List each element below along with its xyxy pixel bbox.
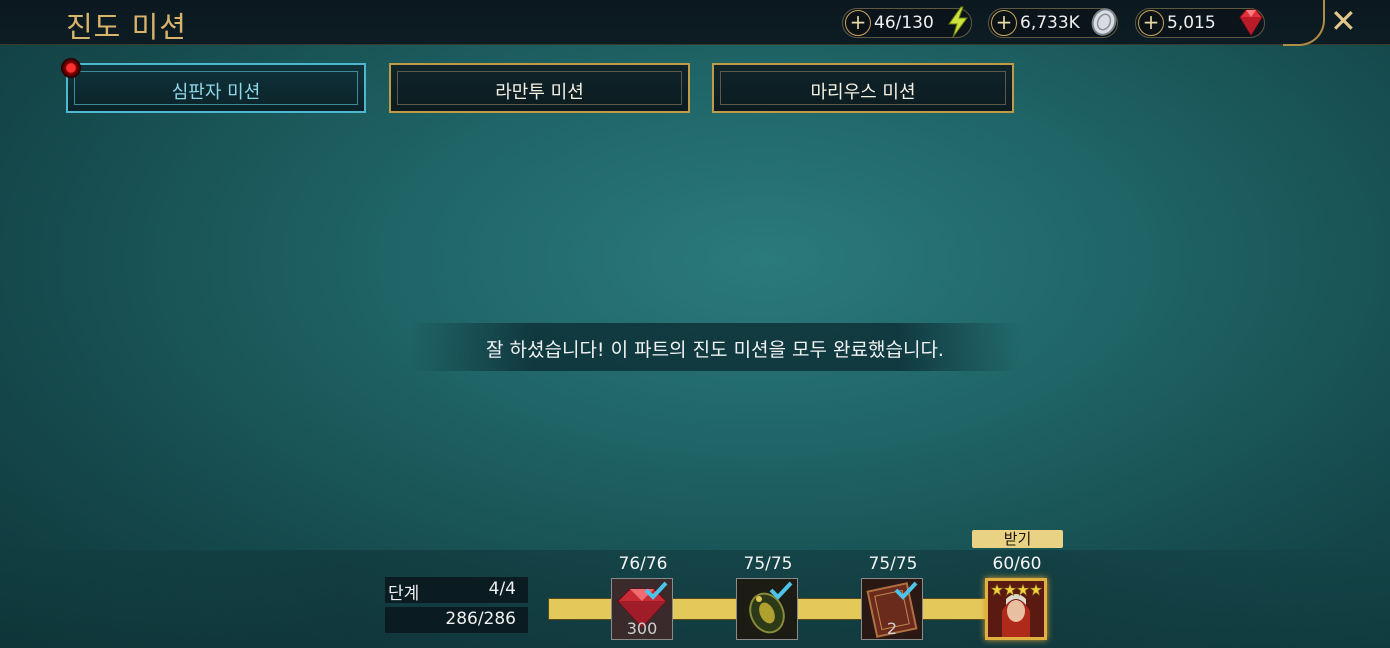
tab-marius-missions[interactable]: 마리우스 미션	[712, 63, 1014, 113]
silver-coin-icon	[1091, 8, 1117, 36]
stage-label: 단계	[388, 584, 420, 604]
claim-button[interactable]: 받기	[972, 530, 1063, 548]
energy-value: 46/130	[874, 13, 934, 33]
milestone-reward-book[interactable]: 2	[861, 578, 923, 640]
milestone-reward-champion[interactable]	[985, 578, 1047, 640]
silver-resource[interactable]: + 6,733K	[988, 8, 1118, 38]
completion-banner: 잘 하셨습니다! 이 파트의 진도 미션을 모두 완료했습니다.	[410, 323, 1020, 371]
reward-quantity: 300	[626, 619, 658, 638]
points-stat: 286/286	[385, 607, 528, 633]
reward-quantity: 2	[886, 619, 898, 638]
silver-value: 6,733K	[1020, 13, 1080, 33]
notification-dot-icon	[61, 58, 81, 78]
four-star-rating-icon	[991, 583, 1043, 597]
add-silver-icon[interactable]: +	[991, 10, 1017, 36]
check-icon	[644, 581, 668, 600]
milestone-count: 75/75	[868, 554, 918, 574]
add-energy-icon[interactable]: +	[845, 10, 871, 36]
milestone-reward-gems[interactable]: 300	[611, 578, 673, 640]
top-bar: 진도 미션 + 46/130 + 6,733K + 5,015 ✕	[0, 0, 1390, 46]
gem-value: 5,015	[1167, 13, 1216, 33]
ruby-gem-icon	[1239, 9, 1263, 36]
close-icon[interactable]: ✕	[1330, 2, 1357, 40]
gem-resource[interactable]: + 5,015	[1135, 8, 1265, 38]
milestone-count: 76/76	[618, 554, 668, 574]
tab-label: 심판자 미션	[171, 82, 261, 103]
energy-resource[interactable]: + 46/130	[842, 6, 972, 38]
check-icon	[894, 581, 918, 600]
completion-message: 잘 하셨습니다! 이 파트의 진도 미션을 모두 완료했습니다.	[486, 339, 944, 361]
page-title: 진도 미션	[66, 10, 187, 44]
stage-stat: 단계 4/4	[385, 577, 528, 604]
check-icon	[769, 581, 793, 600]
tab-ramantu-missions[interactable]: 라만투 미션	[389, 63, 690, 113]
add-gem-icon[interactable]: +	[1138, 10, 1164, 36]
tab-judge-missions[interactable]: 심판자 미션	[66, 63, 366, 113]
energy-bolt-icon	[948, 6, 968, 38]
tab-label: 마리우스 미션	[810, 82, 916, 103]
points-value: 286/286	[445, 609, 516, 629]
stage-value: 4/4	[488, 579, 516, 599]
milestone-count: 75/75	[743, 554, 793, 574]
milestone-count: 60/60	[992, 554, 1042, 574]
milestone-reward-artifact[interactable]	[736, 578, 798, 640]
tab-label: 라만투 미션	[495, 82, 584, 103]
header-corner-ornament	[1283, 0, 1325, 46]
